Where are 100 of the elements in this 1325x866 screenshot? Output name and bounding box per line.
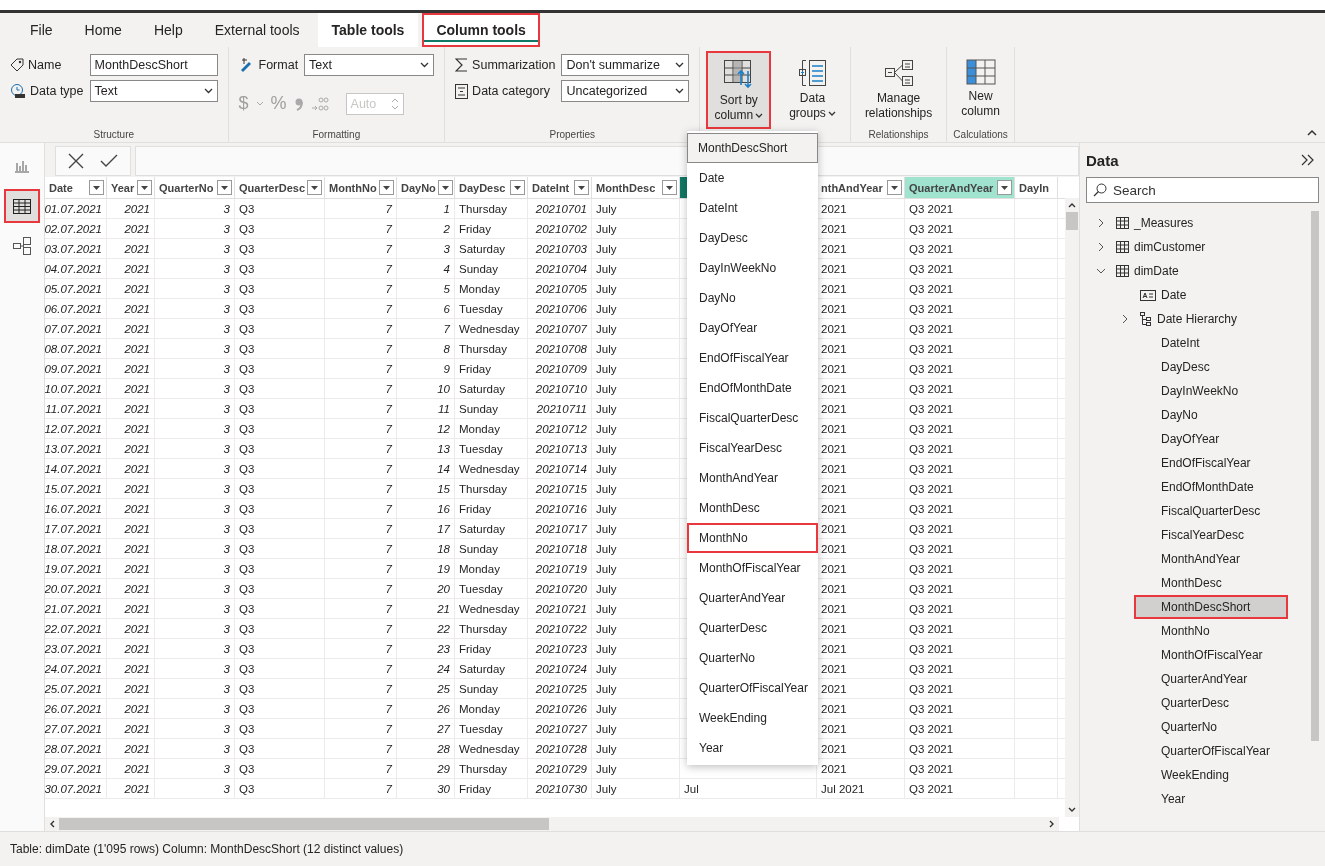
menu-item[interactable]: MonthDescShort	[687, 133, 818, 163]
tree-item[interactable]: MonthDesc	[1134, 571, 1260, 595]
ribbon-button[interactable]: Sort by column	[706, 51, 772, 129]
tree-item[interactable]: DayInWeekNo	[1134, 379, 1277, 403]
tree-item[interactable]: DateInt	[1134, 331, 1238, 355]
table-cell: Q3	[239, 262, 255, 275]
tree-item[interactable]: EndOfMonthDate	[1134, 475, 1292, 499]
table-cell: 2021	[124, 242, 150, 255]
ribbon-tab[interactable]: Table tools	[317, 13, 419, 47]
table-cell: 7	[385, 342, 392, 355]
table-cell: 2021	[821, 362, 847, 375]
table-cell: 3	[223, 542, 230, 555]
ribbon-button[interactable]: Manage relationships	[856, 51, 941, 127]
ribbon-button[interactable]: New column	[953, 51, 1008, 127]
tree-item[interactable]: dimDate	[1110, 259, 1217, 283]
table-cell: 3	[223, 602, 230, 615]
table-cell: 20210712	[535, 422, 587, 435]
tree-item[interactable]: FiscalYearDesc	[1134, 523, 1282, 547]
table-cell: Q3	[239, 742, 255, 755]
tree-item[interactable]: QuarterNo	[1134, 715, 1256, 739]
menu-item[interactable]: FiscalQuarterDesc	[687, 403, 818, 433]
menu-item[interactable]: Date	[687, 163, 818, 193]
table-cell: 20210703	[535, 242, 587, 255]
tree-item[interactable]: dimCustomer	[1110, 235, 1244, 259]
table-cell: Sunday	[459, 402, 498, 415]
table-cell: Q3	[239, 382, 255, 395]
tree-item[interactable]: Year	[1134, 787, 1224, 811]
tree-item[interactable]: QuarterOfFiscalYear	[1134, 739, 1308, 763]
ribbon-tab[interactable]: External tools	[200, 13, 314, 47]
name-field[interactable]: MonthDescShort	[89, 54, 218, 76]
tree-item[interactable]: FiscalQuarterDesc	[1134, 499, 1299, 523]
tree-item[interactable]: DayOfYear	[1134, 427, 1258, 451]
tree-item[interactable]: DayDesc	[1134, 355, 1248, 379]
menu-item[interactable]: MonthDesc	[687, 493, 818, 523]
table-cell: 2021	[124, 642, 150, 655]
table-cell: July	[596, 262, 617, 275]
table-cell: Friday	[459, 502, 491, 515]
table-cell: July	[596, 682, 617, 695]
table-cell: 3	[223, 402, 230, 415]
tree-item[interactable]: MonthOfFiscalYear	[1134, 643, 1301, 667]
search-field[interactable]: Search	[1086, 177, 1319, 203]
ribbon-button[interactable]: Data groups	[781, 51, 844, 129]
table-cell: 7	[385, 442, 392, 455]
table-cell: Q3 2021	[909, 382, 954, 395]
menu-item[interactable]: DayDesc	[687, 223, 818, 253]
column-header[interactable]: Date	[45, 177, 107, 198]
menu-item[interactable]: QuarterNo	[687, 643, 818, 673]
tree-item[interactable]: EndOfFiscalYear	[1134, 451, 1289, 475]
column-header[interactable]: QuarterNo	[155, 177, 235, 198]
tree-item[interactable]: Date	[1134, 283, 1225, 307]
table-cell: 15.07.2021	[45, 482, 102, 495]
menu-item[interactable]: QuarterOfFiscalYear	[687, 673, 818, 703]
menu-item[interactable]: DayInWeekNo	[687, 253, 818, 283]
table-cell: July	[596, 602, 617, 615]
table-cell: Tuesday	[459, 582, 503, 595]
menu-item[interactable]: EndOfMonthDate	[687, 373, 818, 403]
column-header[interactable]: QuarterDesc	[235, 177, 325, 198]
ribbon-tab[interactable]: Help	[139, 13, 197, 47]
menu-item[interactable]: QuarterDesc	[687, 613, 818, 643]
menu-item[interactable]: MonthOfFiscalYear	[687, 553, 818, 583]
menu-item[interactable]: DateInt	[687, 193, 818, 223]
menu-item[interactable]: DayNo	[687, 283, 818, 313]
menu-item[interactable]: MonthAndYear	[687, 463, 818, 493]
tree-item[interactable]: MonthDescShort	[1134, 595, 1289, 619]
column-header[interactable]: Year	[107, 177, 155, 198]
column-header[interactable]: MonthDesc	[592, 177, 680, 198]
table-cell: 12	[437, 422, 450, 435]
data-category-dropdown[interactable]: Uncategorized	[561, 80, 690, 102]
table-cell: Q3 2021	[909, 502, 954, 515]
tree-item[interactable]: QuarterDesc	[1134, 691, 1268, 715]
column-header[interactable]: DayDesc	[455, 177, 528, 198]
table-cell: 10	[437, 382, 450, 395]
column-header[interactable]: QuarterAndYear	[905, 177, 1015, 198]
menu-item[interactable]: MonthNo	[687, 523, 818, 553]
column-header[interactable]: DayIn	[1015, 177, 1058, 198]
menu-item[interactable]: FiscalYearDesc	[687, 433, 818, 463]
summarization-dropdown[interactable]: Don't summarize	[561, 54, 690, 76]
tree-item[interactable]: WeekEnding	[1134, 763, 1267, 787]
table-cell: Q3 2021	[909, 722, 954, 735]
ribbon-tab[interactable]: File	[16, 13, 67, 47]
table-cell: Q3	[239, 362, 255, 375]
table-cell: Q3 2021	[909, 602, 954, 615]
tree-item[interactable]: MonthNo	[1134, 619, 1248, 643]
tree-item[interactable]: DayNo	[1134, 403, 1236, 427]
ribbon-tab[interactable]: Home	[70, 13, 136, 47]
column-header[interactable]: MonthNo	[325, 177, 397, 198]
menu-item[interactable]: DayOfYear	[687, 313, 818, 343]
tree-item[interactable]: _Measures	[1110, 211, 1232, 235]
ribbon-tab[interactable]: Column tools	[422, 13, 540, 47]
tree-item[interactable]: QuarterAndYear	[1134, 667, 1286, 691]
column-header[interactable]: DayNo	[397, 177, 455, 198]
menu-item[interactable]: QuarterAndYear	[687, 583, 818, 613]
menu-item[interactable]: WeekEnding	[687, 703, 818, 733]
tree-item[interactable]: MonthAndYear	[1134, 547, 1278, 571]
table-cell: 16	[437, 502, 450, 515]
menu-item[interactable]: EndOfFiscalYear	[687, 343, 818, 373]
tree-item[interactable]: Date Hierarchy	[1134, 307, 1276, 331]
column-header[interactable]: DateInt	[528, 177, 592, 198]
menu-item[interactable]: Year	[687, 733, 818, 763]
data-type-dropdown[interactable]: Text	[89, 80, 218, 102]
